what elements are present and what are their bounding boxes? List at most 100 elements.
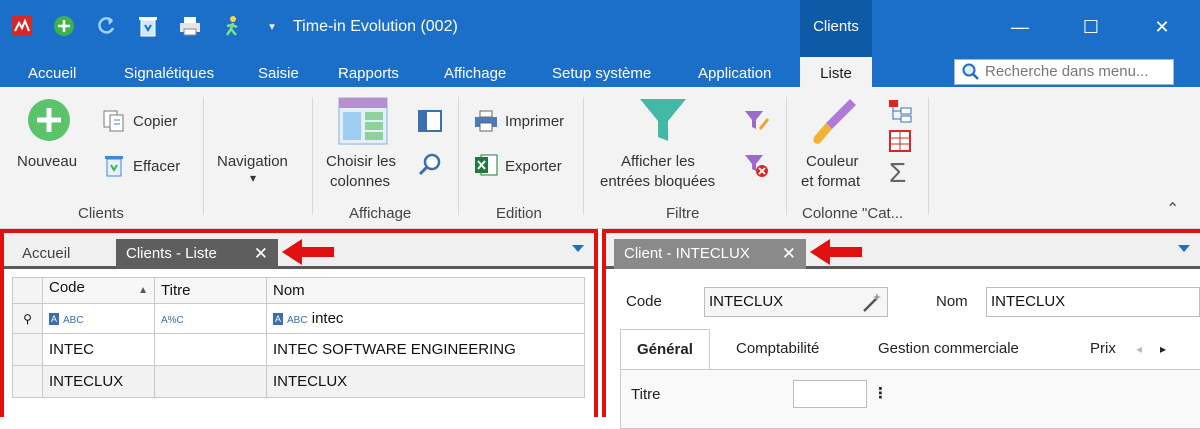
filter-value-nom: intec: [311, 310, 344, 327]
close-icon[interactable]: ✕: [782, 239, 796, 269]
subtab-comptabilite[interactable]: Comptabilité: [720, 329, 835, 369]
maximize-button[interactable]: ☐: [1071, 12, 1111, 42]
doc-tab-label: Clients - Liste: [126, 245, 217, 262]
general-tab-content: Titre ⋮: [620, 369, 1200, 429]
filter-remove-icon[interactable]: [744, 153, 770, 179]
imprimer-button[interactable]: Imprimer: [505, 113, 564, 130]
column-header-code[interactable]: Code ▲: [42, 277, 155, 304]
separator: [583, 97, 584, 215]
column-header-titre[interactable]: Titre: [154, 277, 267, 304]
sum-icon[interactable]: Σ: [889, 157, 906, 189]
separator: [312, 97, 313, 215]
filter-icon[interactable]: [638, 97, 688, 145]
printer-icon[interactable]: [178, 14, 202, 38]
paint-brush-icon[interactable]: [810, 97, 858, 147]
customize-toolbar-icon[interactable]: ▾: [266, 14, 278, 38]
group-label-affichage: Affichage: [349, 205, 412, 222]
table-row[interactable]: INTEC INTEC SOFTWARE ENGINEERING: [12, 333, 585, 366]
copier-button[interactable]: Copier: [133, 113, 177, 130]
more-options-icon[interactable]: ⋮: [873, 384, 888, 402]
tab-list-dropdown-icon[interactable]: [1178, 245, 1190, 252]
couleur-format-button-line2[interactable]: et format: [801, 173, 860, 190]
group-label-edition: Edition: [496, 205, 542, 222]
nom-field[interactable]: INTECLUX: [986, 287, 1200, 317]
close-icon[interactable]: ✕: [254, 239, 268, 269]
subtab-general[interactable]: Général: [620, 329, 710, 369]
text-filter-icon: A: [49, 313, 59, 326]
effacer-button[interactable]: Effacer: [133, 158, 180, 175]
filter-cell-nom[interactable]: A ABC intec: [266, 303, 585, 334]
tab-affichage[interactable]: Affichage: [438, 57, 512, 87]
filter-cell-titre[interactable]: A%C: [154, 303, 267, 334]
text-filter-icon: A: [273, 313, 283, 326]
afficher-bloquees-button-line2[interactable]: entrées bloquées: [600, 173, 715, 190]
choisir-colonnes-button-line2[interactable]: colonnes: [330, 173, 390, 190]
cell-nom[interactable]: INTECLUX: [266, 365, 585, 398]
grid-icon[interactable]: [888, 129, 912, 153]
filter-cell-code[interactable]: A ABC: [42, 303, 155, 334]
user-run-icon[interactable]: [220, 14, 244, 38]
titre-field[interactable]: [793, 380, 867, 408]
clients-grid: Code ▲ Titre Nom ⚲ A ABC A%C A ABC intec I…: [12, 277, 585, 398]
layout-panel-icon[interactable]: [418, 109, 442, 133]
tab-application[interactable]: Application: [692, 57, 777, 87]
subtab-gestion-commerciale[interactable]: Gestion commerciale: [862, 329, 1035, 369]
tab-list-dropdown-icon[interactable]: [572, 245, 584, 252]
refresh-icon[interactable]: [94, 14, 118, 38]
cell-titre[interactable]: [154, 333, 267, 366]
sort-ascending-icon: ▲: [138, 284, 148, 296]
document-tabs-right: Client - INTECLUX ✕: [606, 233, 1200, 269]
grid-header-row: Code ▲ Titre Nom: [12, 277, 585, 304]
columns-chooser-icon[interactable]: [338, 97, 388, 145]
hierarchy-icon[interactable]: [888, 99, 912, 123]
group-label-filtre: Filtre: [666, 205, 700, 222]
recycle-bin-icon[interactable]: [136, 14, 160, 38]
collapse-ribbon-icon[interactable]: ⌃: [1166, 199, 1179, 219]
cell-code[interactable]: INTEC: [42, 333, 155, 366]
couleur-format-button[interactable]: Couleur: [806, 153, 859, 170]
document-tabs-left: Accueil Clients - Liste ✕: [4, 233, 594, 269]
subtab-prix[interactable]: Prix: [1074, 329, 1132, 369]
app-logo-icon[interactable]: [10, 14, 34, 38]
tab-accueil[interactable]: Accueil: [22, 57, 82, 87]
subtab-scroll-right-icon[interactable]: ▸: [1154, 329, 1172, 369]
separator: [458, 97, 459, 215]
titre-label: Titre: [631, 386, 661, 403]
zoom-icon[interactable]: [418, 153, 442, 177]
choisir-colonnes-button[interactable]: Choisir les: [326, 153, 396, 170]
exporter-button[interactable]: Exporter: [505, 158, 562, 175]
magic-wand-icon[interactable]: [862, 291, 884, 313]
tab-liste[interactable]: Liste: [800, 57, 872, 87]
doc-tab-accueil[interactable]: Accueil: [12, 239, 80, 269]
minimize-button[interactable]: —: [1000, 12, 1040, 42]
row-selector[interactable]: [12, 333, 43, 366]
tab-rapports[interactable]: Rapports: [332, 57, 405, 87]
excel-icon: [475, 154, 498, 176]
close-button[interactable]: ✕: [1142, 12, 1182, 42]
tab-saisie[interactable]: Saisie: [252, 57, 305, 87]
filter-operator-label: ABC: [287, 315, 308, 326]
row-selector[interactable]: [12, 365, 43, 398]
afficher-bloquees-button[interactable]: Afficher les: [621, 153, 695, 170]
tab-signaletiques[interactable]: Signalétiques: [118, 57, 220, 87]
add-icon[interactable]: [52, 14, 76, 38]
nouveau-button[interactable]: Nouveau: [17, 153, 77, 170]
search-input[interactable]: Recherche dans menu...: [954, 59, 1174, 85]
cell-code[interactable]: INTECLUX: [42, 365, 155, 398]
table-row[interactable]: INTECLUX INTECLUX: [12, 365, 585, 398]
doc-tab-clients-liste[interactable]: Clients - Liste ✕: [116, 239, 278, 269]
column-header-nom[interactable]: Nom: [266, 277, 585, 304]
group-label-clients: Clients: [78, 205, 124, 222]
new-icon[interactable]: [26, 97, 72, 143]
tab-setup-systeme[interactable]: Setup système: [546, 57, 657, 87]
subtab-scroll-left-icon[interactable]: ◂: [1130, 329, 1148, 369]
cell-nom[interactable]: INTEC SOFTWARE ENGINEERING: [266, 333, 585, 366]
navigation-button[interactable]: Navigation: [217, 153, 288, 170]
filter-operator-label: ABC: [63, 315, 84, 326]
copy-icon: [103, 110, 124, 132]
filter-edit-icon[interactable]: [744, 109, 770, 133]
title-bar: ▾ Time-in Evolution (002) Clients — ☐ ✕: [0, 0, 1200, 57]
doc-tab-client-inteclux[interactable]: Client - INTECLUX ✕: [614, 239, 806, 269]
code-field[interactable]: INTECLUX: [704, 287, 888, 317]
cell-titre[interactable]: [154, 365, 267, 398]
